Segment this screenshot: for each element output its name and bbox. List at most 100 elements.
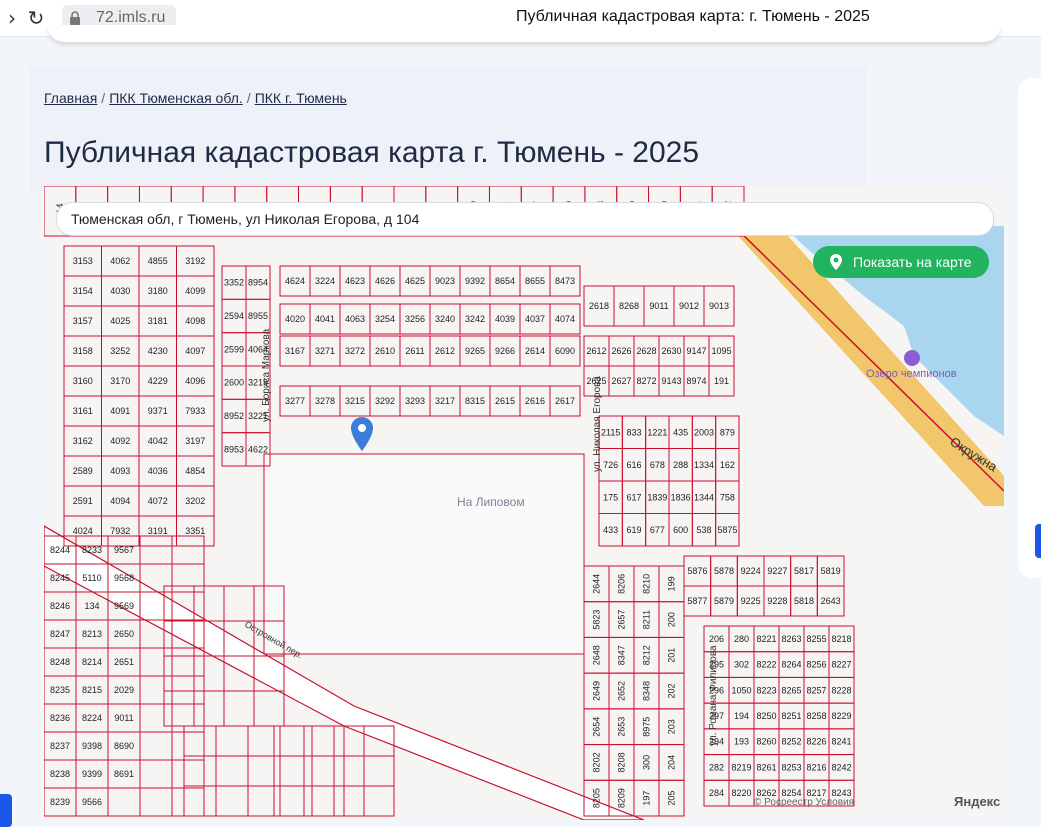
- parcel[interactable]: [223, 690, 255, 727]
- parcel[interactable]: [333, 785, 365, 817]
- parcel-number: 284: [709, 788, 724, 798]
- parcel-number: 5110: [82, 573, 101, 583]
- parcel[interactable]: [193, 690, 225, 727]
- parcel[interactable]: [215, 755, 249, 787]
- parcel[interactable]: [279, 725, 313, 757]
- reload-icon[interactable]: ↻: [24, 6, 48, 30]
- parcel-number: 191: [714, 376, 729, 386]
- parcel[interactable]: [303, 755, 335, 787]
- parcel[interactable]: [139, 535, 173, 565]
- parcel-number: 8229: [831, 711, 851, 721]
- parcel-number: 3197: [185, 436, 205, 446]
- parcel[interactable]: [139, 759, 173, 789]
- parcel[interactable]: [183, 785, 217, 817]
- parcel-number: 879: [720, 427, 735, 437]
- parcel-number: 197: [642, 791, 652, 806]
- parcel-number: 3240: [435, 314, 455, 324]
- parcel-number: 2649: [592, 681, 602, 701]
- parcel-number: 9023: [435, 276, 455, 286]
- parcel-number: 8264: [781, 660, 801, 670]
- parcel[interactable]: [363, 755, 395, 787]
- parcel[interactable]: [253, 690, 285, 727]
- address-search-input[interactable]: [69, 203, 973, 235]
- parcel[interactable]: [311, 755, 345, 787]
- parcel-number: 288: [673, 460, 688, 470]
- left-action-button[interactable]: [0, 794, 12, 827]
- yandex-logo[interactable]: Яндекс: [954, 794, 1000, 809]
- parcel-number: 201: [667, 648, 677, 663]
- parcel-number: 9224: [741, 566, 761, 576]
- parcel[interactable]: [171, 703, 205, 733]
- parcel-number: 677: [650, 525, 665, 535]
- parcel[interactable]: [163, 655, 195, 692]
- parcel[interactable]: [139, 703, 173, 733]
- cadastral-map[interactable]: 7141361187542803776851427465174019411491…: [44, 186, 1004, 820]
- parcel[interactable]: [193, 655, 225, 692]
- breadcrumb-link-home[interactable]: Главная: [44, 90, 97, 106]
- parcel-number: 8213: [82, 629, 102, 639]
- parcel-number: 8257: [806, 685, 826, 695]
- parcel-number: 4099: [185, 286, 205, 296]
- parcel[interactable]: [139, 731, 173, 761]
- parcel[interactable]: [171, 647, 205, 677]
- parcel-number: 3224: [315, 276, 335, 286]
- park-area: [263, 453, 585, 655]
- parcel[interactable]: [223, 585, 255, 622]
- parcel[interactable]: [215, 725, 249, 757]
- parcel[interactable]: [303, 725, 335, 757]
- breadcrumb-link-region[interactable]: ПКК Тюменская обл.: [109, 90, 243, 106]
- parcel-number: 4037: [525, 314, 545, 324]
- parcel-number: 3254: [375, 314, 395, 324]
- parcel-number: 9225: [741, 596, 761, 606]
- parcel-number: 3293: [405, 396, 425, 406]
- parcel-number: 9011: [649, 301, 668, 311]
- parcel[interactable]: [139, 647, 173, 677]
- parcel[interactable]: [363, 785, 395, 817]
- lake-poi-icon[interactable]: [904, 350, 920, 366]
- side-action-button[interactable]: [1035, 524, 1041, 558]
- address-search-box[interactable]: [56, 202, 994, 236]
- parcel-number: 3242: [465, 314, 485, 324]
- parcel[interactable]: [273, 755, 305, 787]
- parcel-number: 8256: [806, 660, 826, 670]
- parcel[interactable]: [171, 759, 205, 789]
- parcel-number: 3170: [110, 376, 130, 386]
- forward-icon[interactable]: ›: [0, 6, 24, 30]
- parcel[interactable]: [139, 675, 173, 705]
- parcel[interactable]: [273, 725, 305, 757]
- parcel[interactable]: [247, 755, 281, 787]
- location-marker-icon[interactable]: [350, 416, 374, 452]
- parcel-number: 2617: [555, 396, 575, 406]
- parcel[interactable]: [279, 785, 313, 817]
- parcel[interactable]: [273, 785, 305, 817]
- parcel[interactable]: [247, 725, 281, 757]
- lock-icon: [70, 11, 80, 25]
- parcel-number: 8216: [806, 762, 826, 772]
- parcel[interactable]: [311, 725, 345, 757]
- parcel[interactable]: [107, 787, 141, 817]
- parcel[interactable]: [171, 787, 205, 817]
- parcel-number: 5818: [794, 596, 814, 606]
- parcel[interactable]: [303, 785, 335, 817]
- parcel-number: 3154: [73, 286, 93, 296]
- parcel[interactable]: [333, 755, 365, 787]
- parcel[interactable]: [215, 785, 249, 817]
- map-canvas[interactable]: 7141361187542803776851427465174019411491…: [44, 186, 1004, 820]
- parcel-number: 4042: [148, 436, 168, 446]
- parcel[interactable]: [183, 725, 217, 757]
- parcel-number: 5877: [687, 596, 707, 606]
- map-attribution[interactable]: © Росреестр Условия: [754, 797, 854, 808]
- breadcrumb-link-city[interactable]: ПКК г. Тюмень: [255, 90, 347, 106]
- parcel[interactable]: [163, 690, 195, 727]
- parcel[interactable]: [171, 675, 205, 705]
- show-on-map-button[interactable]: Показать на карте: [813, 246, 989, 278]
- parcel[interactable]: [139, 787, 173, 817]
- parcel[interactable]: [171, 563, 205, 593]
- parcel-number: 4091: [110, 406, 130, 416]
- parcel[interactable]: [279, 755, 313, 787]
- parcel[interactable]: [311, 785, 345, 817]
- parcel-number: 8975: [642, 717, 652, 737]
- parcel-number: 3352: [224, 278, 244, 288]
- parcel-number: 8233: [82, 545, 102, 555]
- parcel[interactable]: [247, 785, 281, 817]
